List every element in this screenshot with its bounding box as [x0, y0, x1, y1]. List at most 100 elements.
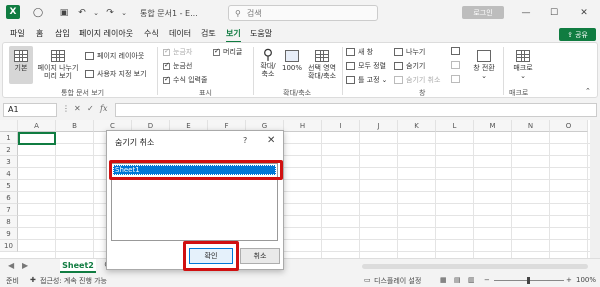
collapse-ribbon-icon[interactable]: ⌃ [585, 87, 591, 95]
name-box[interactable]: A1 [3, 103, 57, 117]
custom-views-button[interactable]: 사용자 지정 보기 [85, 69, 147, 79]
column-header-l[interactable]: L [436, 120, 474, 132]
save-icon[interactable]: ▣ [58, 6, 70, 20]
help-icon[interactable]: ? [243, 136, 247, 145]
column-header-a[interactable]: A [18, 120, 56, 132]
tab-file[interactable]: 파일 [10, 28, 25, 41]
selected-cell[interactable] [18, 132, 56, 145]
column-header-k[interactable]: K [398, 120, 436, 132]
row-header-9[interactable]: 9 [0, 228, 18, 240]
customize-toolbar-icon[interactable]: ⌄ [120, 6, 128, 20]
accessibility-status[interactable]: 접근성: 계속 진행 가능 [40, 276, 107, 286]
tab-home[interactable]: 홈 [36, 28, 43, 41]
cancel-button[interactable]: 취소 [240, 248, 280, 264]
formula-input[interactable] [115, 103, 597, 117]
display-settings-icon: ▭ [364, 276, 371, 284]
arrange-all-button[interactable]: 모두 정렬 [346, 61, 386, 71]
undo-dropdown-icon[interactable]: ⌄ [92, 6, 100, 20]
tab-view[interactable]: 보기 [226, 28, 241, 43]
hide-button[interactable]: 숨기기 [394, 61, 425, 71]
close-icon[interactable]: ✕ [578, 6, 590, 20]
select-all-corner[interactable] [0, 120, 18, 132]
column-header-j[interactable]: J [360, 120, 398, 132]
insert-function-icon[interactable]: fx [100, 104, 107, 113]
custom-views-icon [85, 70, 94, 78]
maximize-icon[interactable]: ☐ [548, 6, 560, 20]
tab-data[interactable]: 데이터 [169, 28, 191, 41]
zoom-slider-thumb[interactable] [527, 277, 530, 284]
column-header-o[interactable]: O [550, 120, 588, 132]
column-header-i[interactable]: I [322, 120, 360, 132]
column-header-b[interactable]: B [56, 120, 94, 132]
search-input[interactable]: ⚲ 검색 [228, 5, 378, 21]
autosave-toggle-icon[interactable]: ◯ [32, 6, 44, 20]
switch-windows-icon [477, 50, 491, 62]
new-window-button[interactable]: 새 창 [346, 47, 373, 57]
ruler-checkbox[interactable]: 눈금자 [163, 47, 192, 57]
macros-button[interactable]: 매크로 ⌄ [507, 46, 539, 86]
display-settings[interactable]: 디스플레이 설정 [374, 276, 421, 286]
page-layout-view-button[interactable]: 페이지 레이아웃 [85, 51, 144, 61]
row-header-1[interactable]: 1 [0, 132, 18, 144]
page-break-status-icon[interactable]: ▥ [468, 276, 475, 284]
row-header-7[interactable]: 7 [0, 204, 18, 216]
page-break-preview-button[interactable]: 페이지 나누기 미리 보기 [36, 46, 80, 84]
tab-insert[interactable]: 삽입 [55, 28, 70, 41]
unhide-button[interactable]: 숨기기 취소 [394, 75, 440, 85]
zoom-button[interactable]: ⚲ 확대/ 축소 [256, 46, 280, 84]
scroll-sheets-right-icon[interactable]: ▶ [22, 261, 28, 270]
freeze-panes-button[interactable]: 틀 고정 ⌄ [346, 75, 387, 85]
spreadsheet-grid: ABCDEFGHIJKLMNO 1 2 3 4 5 6 7 8 9 10 [0, 120, 600, 258]
row-header-10[interactable]: 10 [0, 240, 18, 252]
normal-view-button[interactable]: 기본 [9, 46, 33, 84]
header-check-icon [213, 47, 220, 56]
login-button[interactable]: 로그인 [462, 6, 504, 19]
row-header-8[interactable]: 8 [0, 216, 18, 228]
zoom-level[interactable]: 100% [576, 276, 596, 284]
row-header-5[interactable]: 5 [0, 180, 18, 192]
sheet-tab[interactable]: Sheet2 [60, 259, 96, 273]
zoom-100-button[interactable]: 100% [281, 46, 303, 84]
zoom-in-icon[interactable]: + [566, 276, 572, 284]
tab-review[interactable]: 검토 [201, 28, 216, 41]
cancel-entry-icon[interactable]: ✕ [74, 104, 81, 113]
scroll-sheets-left-icon[interactable]: ◀ [8, 261, 14, 270]
split-button[interactable]: 나누기 [394, 47, 425, 57]
vertical-scrollbar[interactable] [590, 120, 600, 258]
unhide-dialog: 숨기기 취소 ? ✕ Sheet1 확인 취소 [106, 130, 284, 271]
tab-formulas[interactable]: 수식 [144, 28, 159, 41]
sync-scroll-icon[interactable] [451, 61, 463, 69]
confirm-entry-icon[interactable]: ✓ [87, 104, 94, 113]
cell-grid[interactable] [18, 132, 590, 258]
view-side-by-side-icon [451, 47, 460, 55]
gridlines-checkbox[interactable]: 눈금선 [163, 61, 192, 71]
row-header-2[interactable]: 2 [0, 144, 18, 156]
zoom-out-icon[interactable]: − [484, 276, 490, 284]
row-header-3[interactable]: 3 [0, 156, 18, 168]
tab-page-layout[interactable]: 페이지 레이아웃 [79, 28, 133, 41]
page-layout-status-icon[interactable]: ▤ [454, 276, 461, 284]
name-box-dropdown-icon[interactable]: ⋮ [62, 104, 70, 113]
side-by-side-icon[interactable] [451, 47, 463, 55]
zoom-to-selection-button[interactable]: 선택 영역 확대/축소 [304, 46, 340, 84]
horizontal-scrollbar[interactable] [362, 264, 588, 269]
normal-view-status-icon[interactable]: ▦ [440, 276, 447, 284]
undo-icon[interactable]: ↶ [76, 6, 88, 20]
reset-position-icon[interactable] [451, 75, 463, 83]
header-checkbox[interactable]: 머리글 [213, 47, 242, 57]
formula-bar-check-icon [163, 75, 170, 84]
formula-bar-checkbox[interactable]: 수식 입력줄 [163, 75, 207, 85]
zoom-selection-label-2: 확대/축소 [307, 72, 337, 80]
minimize-icon[interactable]: — [520, 6, 532, 20]
column-header-n[interactable]: N [512, 120, 550, 132]
tab-help[interactable]: 도움말 [250, 28, 272, 41]
close-icon[interactable]: ✕ [267, 135, 275, 146]
column-header-h[interactable]: H [284, 120, 322, 132]
column-header-m[interactable]: M [474, 120, 512, 132]
row-header-4[interactable]: 4 [0, 168, 18, 180]
redo-icon[interactable]: ↷ [104, 6, 116, 20]
row-header-6[interactable]: 6 [0, 192, 18, 204]
share-button[interactable]: ⇪ 공유 [559, 28, 596, 41]
switch-windows-button[interactable]: 창 전환 ⌄ [468, 46, 500, 86]
group-divider [253, 47, 254, 95]
